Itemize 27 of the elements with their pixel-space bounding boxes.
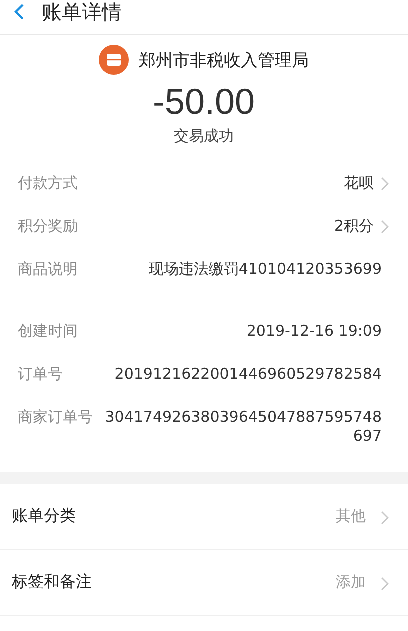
detail-value: 2019121622001446960529782584 <box>114 365 382 384</box>
merchant-name: 郑州市非税收入管理局 <box>139 50 309 72</box>
settings-row[interactable]: 账单分类 其他 <box>0 484 408 550</box>
settings-row[interactable]: 标签和备注 添加 <box>0 550 408 616</box>
detail-label: 付款方式 <box>18 174 78 193</box>
detail-value: 30417492638039645047887595748697 <box>104 408 382 446</box>
row-value: 添加 <box>335 573 366 592</box>
page-title: 账单详情 <box>42 2 122 22</box>
chevron-icon <box>380 511 390 525</box>
shop-icon <box>99 45 129 75</box>
chevron-icon <box>380 177 390 191</box>
detail-label: 积分奖励 <box>18 217 78 236</box>
detail-label: 订单号 <box>18 365 63 384</box>
row-label: 账单分类 <box>12 506 76 527</box>
detail-label: 商品说明 <box>18 260 78 279</box>
detail-value: 现场违法缴罚410104120353699 <box>148 260 382 279</box>
row-label: 标签和备注 <box>12 572 92 593</box>
amount: -50.00 <box>152 81 256 123</box>
detail-value[interactable]: 2积分 <box>88 217 374 236</box>
detail-value[interactable]: 花呗 <box>88 174 374 193</box>
transaction-status: 交易成功 <box>174 127 234 146</box>
detail-label: 创建时间 <box>18 322 78 341</box>
row-value: 其他 <box>335 507 366 526</box>
chevron-icon <box>380 220 390 234</box>
detail-label: 商家订单号 <box>18 408 93 427</box>
detail-value: 2019-12-16 19:09 <box>246 322 382 341</box>
chevron-icon <box>380 577 390 591</box>
